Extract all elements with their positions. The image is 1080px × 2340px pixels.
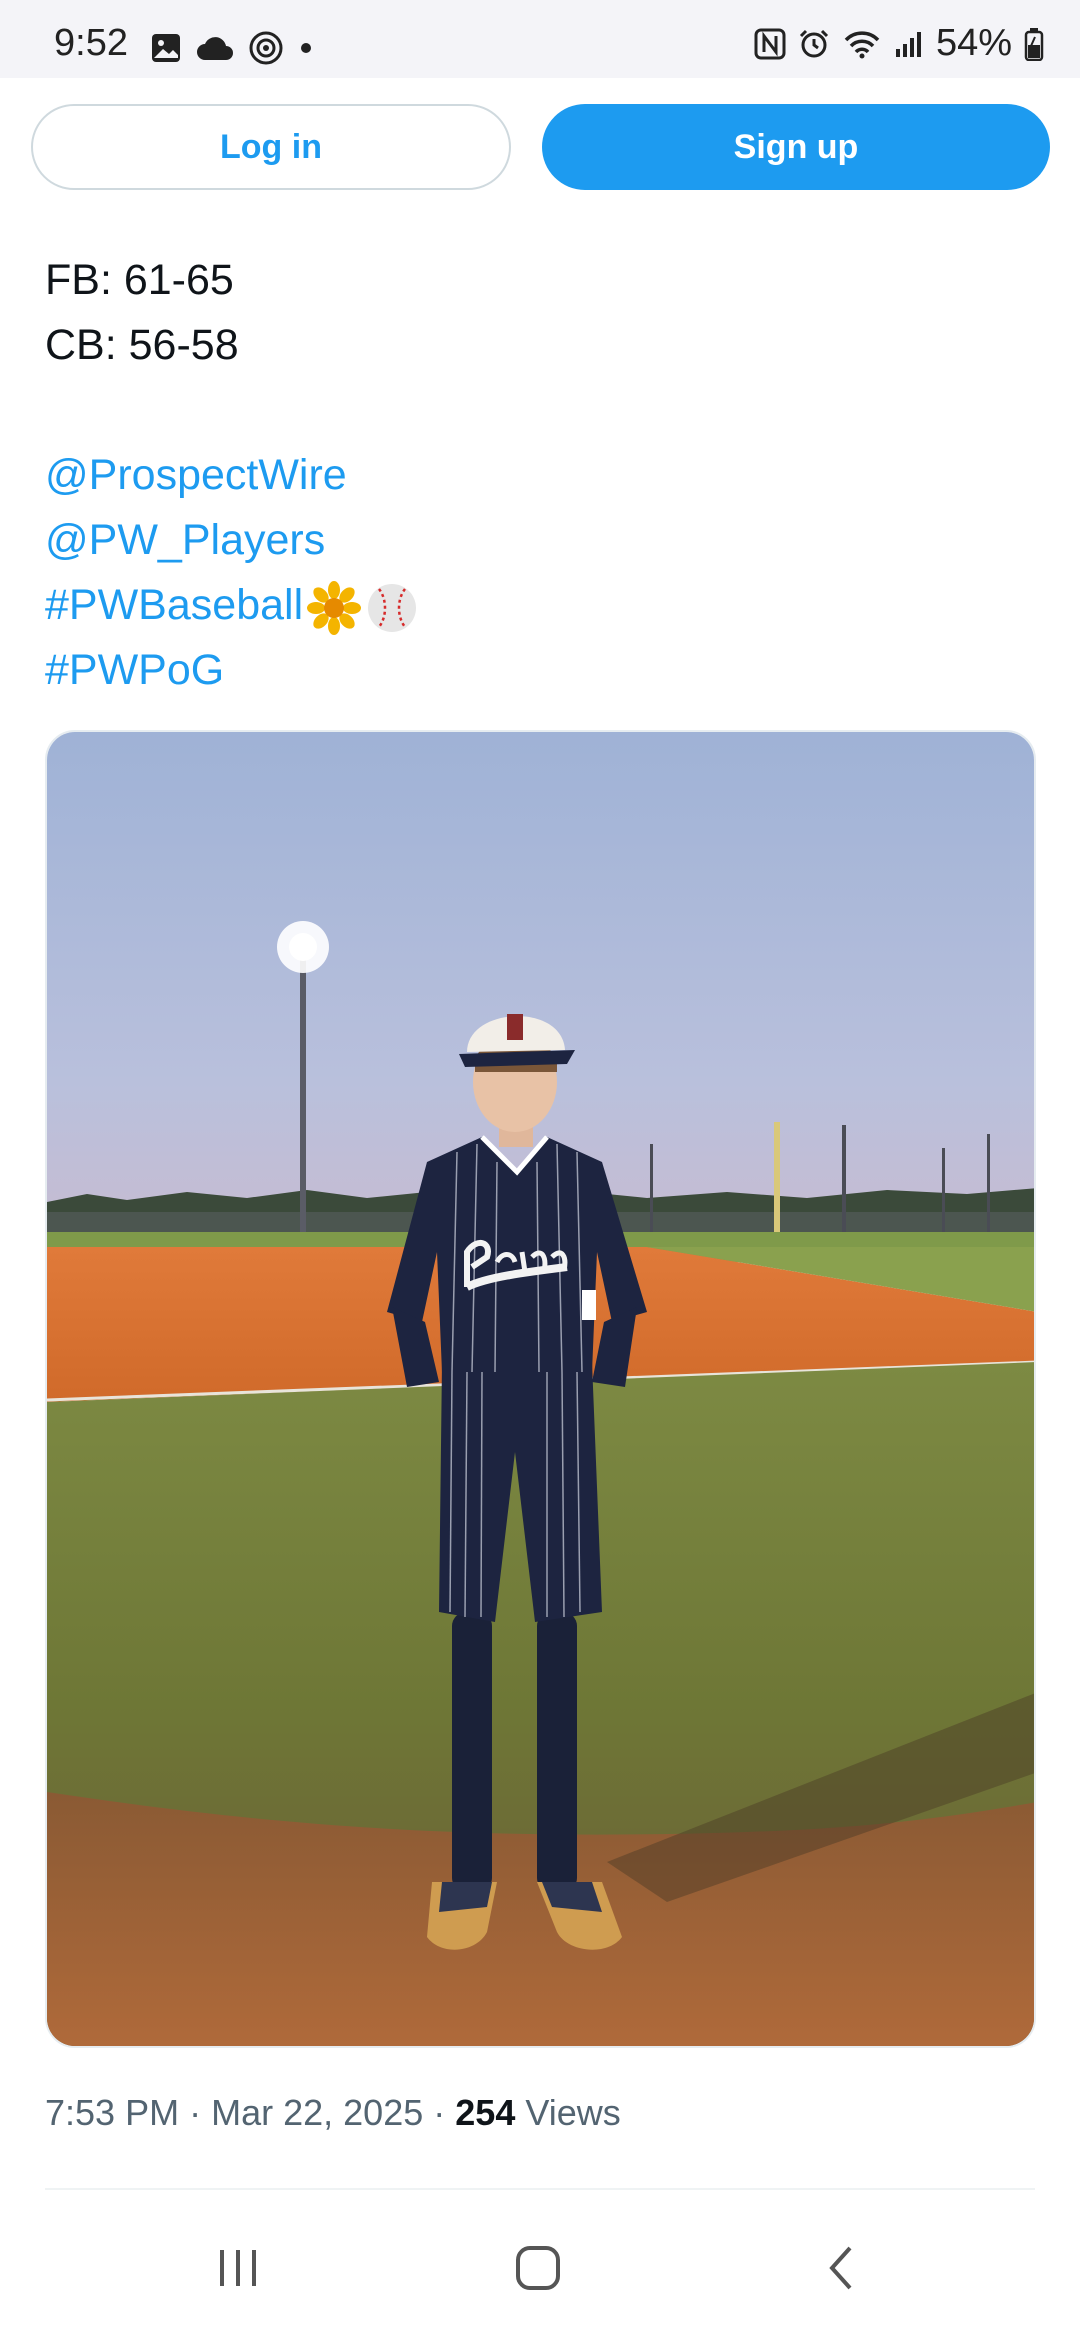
gallery-icon xyxy=(152,34,180,62)
hashtag-pwbaseball[interactable]: #PWBaseball xyxy=(45,581,303,629)
alarm-icon xyxy=(799,29,828,57)
views-label: Views xyxy=(525,2092,621,2133)
cloud-icon xyxy=(197,37,233,60)
login-button[interactable]: Log in xyxy=(31,104,511,190)
status-bar: 9:52 54% xyxy=(0,0,1080,78)
tweet-photo[interactable] xyxy=(45,730,1036,2048)
views-count: 254 xyxy=(455,2092,516,2133)
mention-pw-players[interactable]: @PW_Players xyxy=(45,516,325,564)
hashtag-pwpog[interactable]: #PWPoG xyxy=(45,646,224,694)
back-icon[interactable] xyxy=(818,2244,866,2292)
tweet-meta: 7:53 PM · Mar 22, 2025 · 254 Views xyxy=(45,2092,621,2134)
signal-icon xyxy=(895,31,921,57)
baseball-icon xyxy=(368,583,417,632)
mention-prospectwire[interactable]: @ProspectWire xyxy=(45,451,347,499)
recent-apps-icon[interactable] xyxy=(214,2244,262,2292)
system-nav-bar xyxy=(0,2200,1080,2340)
auth-bar: Log in Sign up xyxy=(0,78,1080,218)
sunflower-icon xyxy=(307,580,362,635)
divider xyxy=(45,2188,1035,2190)
tweet-date[interactable]: Mar 22, 2025 xyxy=(211,2092,423,2133)
threads-icon xyxy=(249,31,283,65)
status-left-icons xyxy=(150,30,314,66)
tweet-line-fb: FB: 61-65 xyxy=(45,256,234,304)
wifi-icon xyxy=(844,30,880,58)
tweet-time[interactable]: 7:53 PM xyxy=(45,2092,179,2133)
tweet-line-cb: CB: 56-58 xyxy=(45,321,239,369)
battery-percent: 54% xyxy=(935,22,1012,64)
nfc-icon xyxy=(754,28,786,59)
meta-separator: · xyxy=(189,2092,202,2133)
status-time: 9:52 xyxy=(54,22,128,64)
meta-separator: · xyxy=(433,2092,446,2133)
signup-button[interactable]: Sign up xyxy=(542,104,1050,190)
dot-icon xyxy=(301,43,311,53)
status-right-icons: 54% xyxy=(754,22,1044,65)
tweet-text: FB: 61-65 CB: 56-58 @ProspectWire @PW_Pl… xyxy=(45,248,1035,703)
home-icon[interactable] xyxy=(514,2244,562,2292)
baseball-player-photo xyxy=(47,732,1034,2046)
battery-icon xyxy=(1024,27,1044,61)
